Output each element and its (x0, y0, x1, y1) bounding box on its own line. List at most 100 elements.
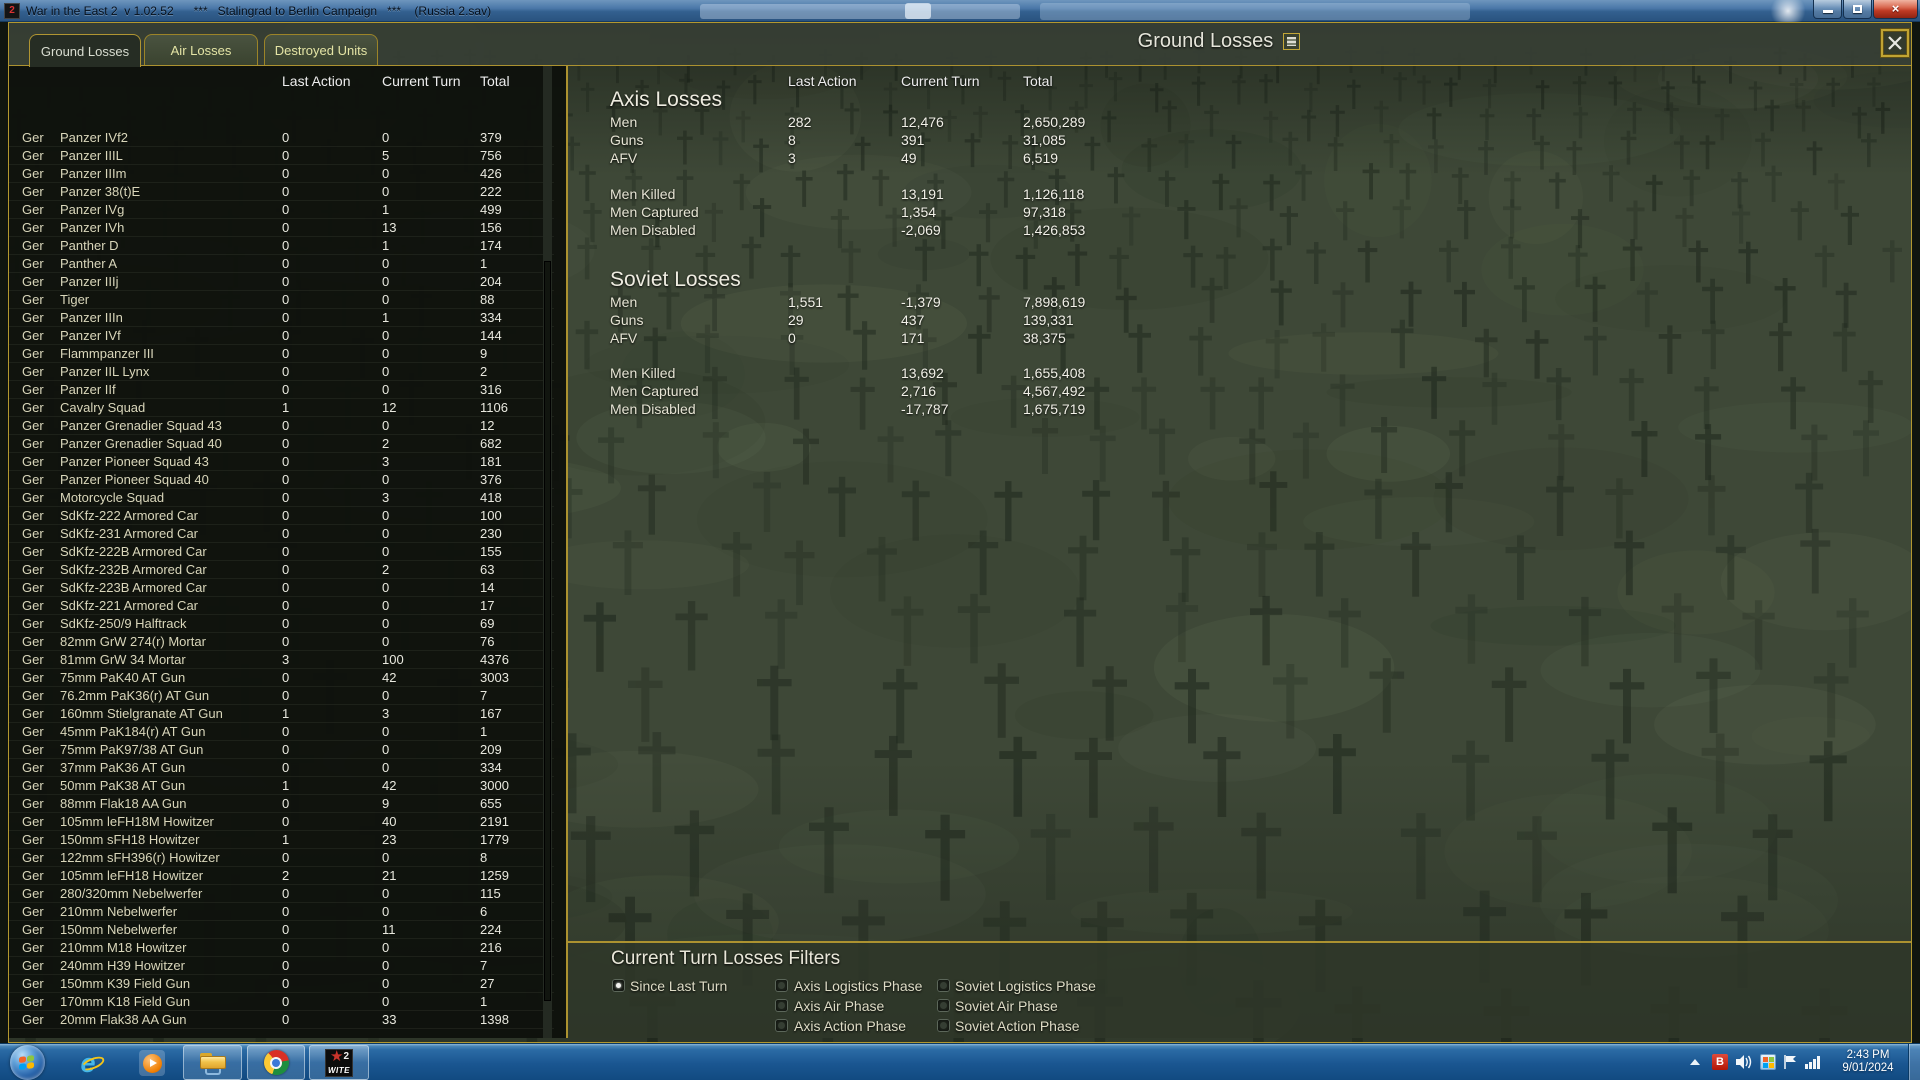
unit-nationality: Ger (22, 472, 44, 487)
unit-name: Panzer IVh (60, 220, 125, 235)
unit-name: Panther D (60, 238, 119, 253)
loss-total: 2,650,289 (1023, 114, 1086, 130)
unit-nationality: Ger (22, 454, 44, 469)
unit-total: 655 (480, 796, 502, 811)
unit-name: 76.2mm PaK36(r) AT Gun (60, 688, 210, 703)
wite2-button[interactable]: ★ 2 WITE (309, 1045, 369, 1080)
table-row: Ger SdKfz-221 Armored Car 0 0 17 (9, 597, 554, 615)
unit-total: 316 (480, 382, 502, 397)
antivirus-badge[interactable]: B (1712, 1054, 1728, 1070)
unit-current-turn: 0 (382, 634, 390, 649)
table-row: Ger Panzer Grenadier Squad 40 0 2 682 (9, 435, 554, 453)
unit-name: Panzer IIIL (60, 148, 123, 163)
unit-name: 37mm PaK36 AT Gun (60, 760, 186, 775)
loss-row-label: Men (610, 294, 638, 310)
close-dialog-button[interactable] (1881, 29, 1909, 57)
filter-radio-axis-logistics-phase[interactable] (775, 979, 788, 992)
unit-total: 14 (480, 580, 495, 595)
unit-name: SdKfz-223B Armored Car (60, 580, 207, 595)
network-icon[interactable] (1804, 1054, 1824, 1070)
action-center-flag-icon[interactable] (1782, 1053, 1800, 1071)
filter-label-axis-air-phase[interactable]: Axis Air Phase (794, 998, 884, 1014)
unit-name: SdKfz-222B Armored Car (60, 544, 207, 559)
scrollbar-thumb[interactable] (544, 261, 551, 1001)
unit-nationality: Ger (22, 598, 44, 613)
unit-name: Panzer 38(t)E (60, 184, 141, 199)
table-row: Ger 150mm sFH18 Howitzer 1 23 1779 (9, 831, 554, 849)
unit-last-action: 0 (282, 382, 290, 397)
filter-radio-soviet-action-phase[interactable] (937, 1019, 950, 1032)
unit-name: 105mm leFH18 Howitzer (60, 868, 204, 883)
media-player-icon[interactable] (138, 1049, 166, 1077)
filter-radio-axis-air-phase[interactable] (775, 999, 788, 1012)
unit-current-turn: 1 (382, 238, 390, 253)
divider (9, 65, 1911, 66)
unit-total: 4376 (480, 652, 509, 667)
unit-total: 9 (480, 346, 488, 361)
show-desktop-button[interactable] (1908, 1044, 1920, 1080)
app-icon: 2 (4, 3, 20, 19)
unit-nationality: Ger (22, 796, 44, 811)
file-explorer-button[interactable] (183, 1045, 242, 1080)
unit-current-turn: 12 (382, 400, 397, 415)
dialog-header: Ground Losses (1009, 30, 1429, 53)
unit-current-turn: 0 (382, 742, 390, 757)
table-row: Ger Panther A 0 0 1 (9, 255, 554, 273)
tab-air-losses[interactable]: Air Losses (144, 34, 258, 65)
loss-row-label: Guns (610, 132, 644, 148)
loss-row-label: Men Killed (610, 365, 676, 381)
unit-current-turn: 0 (382, 994, 390, 1009)
unit-last-action: 1 (282, 832, 290, 847)
filter-label-soviet-logistics-phase[interactable]: Soviet Logistics Phase (955, 978, 1096, 994)
filter-label-soviet-air-phase[interactable]: Soviet Air Phase (955, 998, 1058, 1014)
unit-current-turn: 40 (382, 814, 397, 829)
loss-total: 1,426,853 (1023, 222, 1086, 238)
close-window-button[interactable]: × (1873, 0, 1918, 19)
system-clock[interactable]: 2:43 PM 9/01/2024 (1833, 1049, 1903, 1075)
table-row: Ger Panzer IIL Lynx 0 0 2 (9, 363, 554, 381)
unit-current-turn: 0 (382, 598, 390, 613)
ie-glyph: e (80, 1048, 107, 1079)
table-row: Ger Flammpanzer III 0 0 9 (9, 345, 554, 363)
filter-label-axis-action-phase[interactable]: Axis Action Phase (794, 1018, 906, 1034)
filters-title: Current Turn Losses Filters (611, 948, 841, 969)
tab-destroyed-units[interactable]: Destroyed Units (264, 34, 378, 65)
unit-nationality: Ger (22, 832, 44, 847)
unit-last-action: 0 (282, 724, 290, 739)
tab-ground-losses[interactable]: Ground Losses (29, 34, 141, 67)
chrome-button[interactable] (247, 1045, 305, 1080)
report-icon[interactable] (1283, 33, 1301, 50)
start-button[interactable] (10, 1045, 45, 1080)
filter-radio-axis-action-phase[interactable] (775, 1019, 788, 1032)
table-scrollbar[interactable] (543, 66, 552, 1038)
filter-label-soviet-action-phase[interactable]: Soviet Action Phase (955, 1018, 1080, 1034)
filter-radio-soviet-logistics-phase[interactable] (937, 979, 950, 992)
unit-current-turn: 3 (382, 454, 390, 469)
loss-current-turn: 13,191 (901, 186, 944, 202)
unit-total: 76 (480, 634, 495, 649)
unit-last-action: 0 (282, 742, 290, 757)
volume-icon[interactable] (1735, 1053, 1753, 1071)
filter-label-since-last-turn[interactable]: Since Last Turn (630, 978, 727, 994)
loss-total: 97,318 (1023, 204, 1066, 220)
loss-current-turn: 2,716 (901, 383, 937, 399)
internet-explorer-icon[interactable]: e (74, 1048, 107, 1079)
unit-last-action: 0 (282, 616, 290, 631)
hidden-icons-arrow[interactable] (1690, 1059, 1700, 1065)
unit-nationality: Ger (22, 436, 44, 451)
unit-last-action: 0 (282, 526, 290, 541)
filter-label-axis-logistics-phase[interactable]: Axis Logistics Phase (794, 978, 922, 994)
unit-nationality: Ger (22, 346, 44, 361)
loss-row-label: Guns (610, 312, 644, 328)
maximize-button[interactable] (1843, 0, 1872, 19)
loss-row-label: Men Disabled (610, 401, 696, 417)
table-row: Ger 280/320mm Nebelwerfer 0 0 115 (9, 885, 554, 903)
unit-name: Panzer Pioneer Squad 40 (60, 472, 209, 487)
filter-radio-since-last-turn[interactable] (612, 979, 625, 992)
unit-total: 17 (480, 598, 495, 613)
unit-total: 174 (480, 238, 502, 253)
windows-update-icon[interactable] (1760, 1054, 1776, 1070)
unit-last-action: 0 (282, 688, 290, 703)
minimize-button[interactable] (1813, 0, 1842, 19)
filter-radio-soviet-air-phase[interactable] (937, 999, 950, 1012)
